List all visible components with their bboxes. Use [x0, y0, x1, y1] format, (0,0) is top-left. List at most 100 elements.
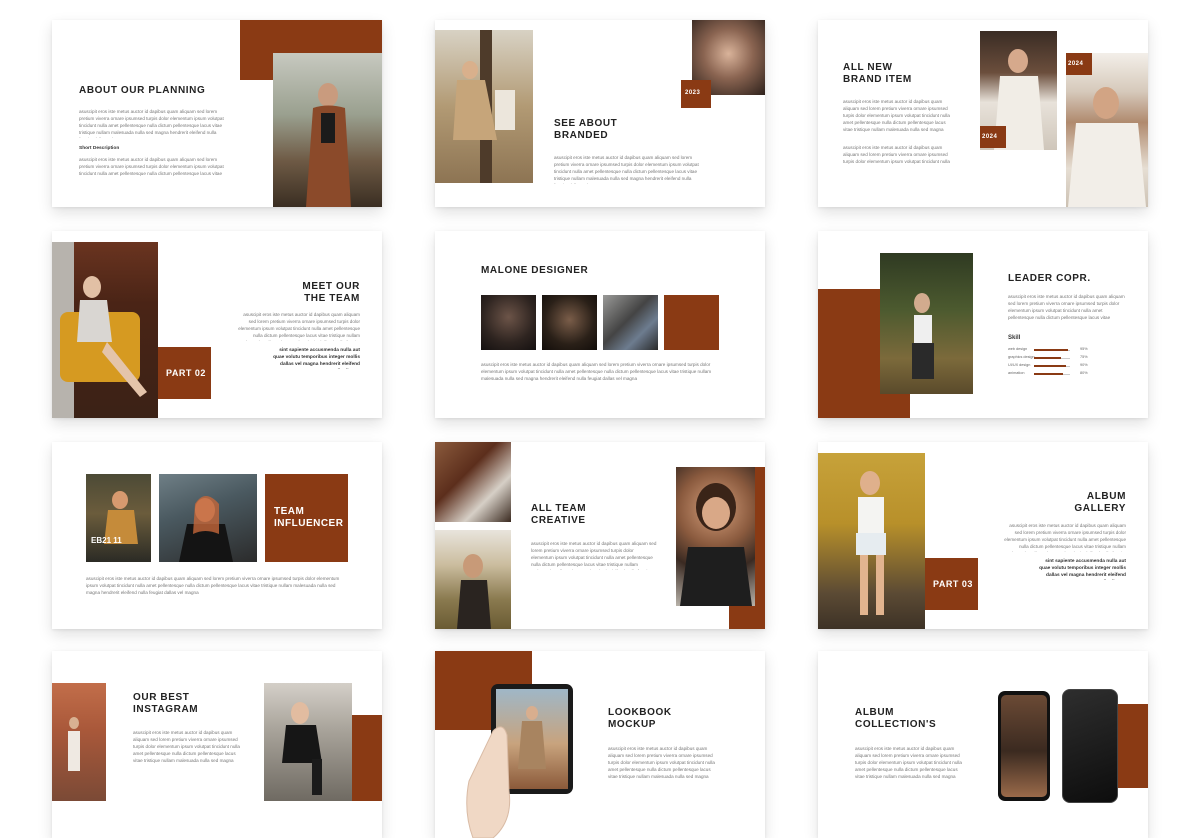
photo-woman-street	[52, 683, 106, 801]
photo-woman-smiling-glasses	[676, 467, 755, 606]
part-badge: PART 03	[925, 558, 978, 610]
slide-about-our-planning[interactable]: ABOUT OUR PLANNING asuscipit eros iste m…	[52, 20, 382, 207]
slide-title: ALBUM COLLECTION'S	[855, 707, 937, 730]
part-label: PART 03	[933, 579, 973, 589]
slide-title: LEADER COPR.	[1008, 273, 1091, 284]
slide-lookbook-mockup[interactable]: LOOKBOOK MOCKUP asuscipit eros iste metu…	[435, 651, 765, 838]
skill-percent: 75%	[1080, 355, 1088, 359]
accent-block	[1114, 704, 1148, 788]
skill-bar	[1034, 373, 1063, 375]
skill-percent: 95%	[1080, 347, 1088, 351]
photo-woman-yellow-chair	[52, 242, 158, 418]
phone-screen	[1001, 695, 1047, 797]
photo-sign-text: EB21 11	[91, 536, 122, 545]
photo-woman-meadow	[435, 530, 511, 629]
slide-album-collections[interactable]: ALBUM COLLECTION'S asuscipit eros iste m…	[818, 651, 1148, 838]
slide-body: asuscipit eros iste metus auctor id dapi…	[79, 109, 224, 138]
photo-figure	[104, 491, 138, 544]
slide-note: sint sapiente accusmenda nulla aut quae …	[273, 348, 360, 367]
slide-our-best-instagram[interactable]: OUR BEST INSTAGRAM asuscipit eros iste m…	[52, 651, 382, 838]
slide-title: MEET OUR THE TEAM	[302, 281, 360, 304]
skill-row: graphics design 75%	[1008, 355, 1098, 361]
photo-figure	[52, 242, 147, 418]
skill-percent: 80%	[1080, 371, 1088, 375]
slide-title: SEE ABOUT BRANDED	[554, 118, 618, 141]
slide-note: sint sapiente accusmenda nulla aut quae …	[1039, 559, 1126, 578]
slide-leader-corp[interactable]: LEADER COPR. asuscipit eros iste metus a…	[818, 231, 1148, 418]
skill-bar	[1034, 365, 1067, 367]
slide-body-2: asuscipit eros iste metus auctor id dapi…	[79, 157, 224, 176]
photo-woman-plaid	[435, 442, 511, 522]
skill-bar	[1034, 357, 1061, 359]
slide-body: asuscipit eros iste metus auctor id dapi…	[1008, 294, 1125, 320]
year-label: 2024	[982, 134, 998, 140]
slide-body: asuscipit eros iste metus auctor id dapi…	[608, 746, 715, 779]
photo-woman-field	[880, 253, 973, 394]
short-description-label: Short Description	[79, 146, 120, 151]
year-badge: 2024	[980, 126, 1006, 148]
photo-figure	[306, 83, 351, 207]
photo-figure	[912, 293, 934, 379]
slide-title: ALL TEAM CREATIVE	[531, 503, 587, 526]
slide-all-new-brand-item[interactable]: 2024 2024 ALL NEW BRAND ITEM asuscipit e…	[818, 20, 1148, 207]
slide-body: asuscipit eros iste metus auctor id dapi…	[1004, 523, 1126, 552]
photo-figure	[457, 554, 491, 629]
photo-woman-brown-suit	[273, 53, 382, 207]
slide-title: ALL NEW BRAND ITEM	[843, 62, 912, 85]
phone-mockup-photo	[998, 691, 1050, 801]
year-label-2: 2024	[1068, 61, 1084, 67]
hand-icon	[466, 726, 511, 838]
photo-woman-boots	[264, 683, 352, 801]
slide-album-gallery[interactable]: PART 03 ALBUM GALLERY asuscipit eros ist…	[818, 442, 1148, 629]
slide-body: asuscipit eros iste metus auctor id dapi…	[554, 155, 699, 184]
year-badge: 2023	[681, 80, 711, 108]
part-badge: PART 02	[158, 347, 211, 399]
photo-figure	[68, 717, 80, 771]
skill-row: UI/UX design 90%	[1008, 363, 1098, 369]
phone-mockup-blank	[1062, 689, 1118, 803]
accent-square	[664, 295, 719, 350]
slide-title: ABOUT OUR PLANNING	[79, 85, 206, 96]
photo-woman-sunglasses	[481, 295, 536, 350]
accent-block	[352, 715, 382, 801]
photo-woman-sitting-chair	[435, 30, 533, 183]
photo-figure	[453, 30, 515, 183]
photo-figure	[1068, 87, 1146, 207]
slide-body: asuscipit eros iste metus auctor id dapi…	[843, 99, 950, 132]
year-badge-2: 2024	[1066, 53, 1092, 75]
slide-all-team-creative[interactable]: ALL TEAM CREATIVE asuscipit eros iste me…	[435, 442, 765, 629]
slide-body: asuscipit eros iste metus auctor id dapi…	[855, 746, 962, 779]
slide-body: asuscipit eros iste metus auctor id dapi…	[481, 362, 712, 381]
slide-title: OUR BEST INSTAGRAM	[133, 692, 199, 715]
photo-figure	[856, 471, 886, 615]
photo-figure	[179, 496, 233, 562]
photo-figure	[680, 483, 752, 606]
photo-figure	[282, 702, 322, 795]
skill-label: graphics design	[1008, 355, 1035, 359]
skill-title: Skill	[1008, 335, 1021, 341]
skill-label: web design	[1008, 347, 1028, 351]
slide-team-influencer[interactable]: EB21 11 TEAM INFLUENCER asuscipit eros i…	[52, 442, 382, 629]
skill-list: web design 95% graphics design 75% UI/UX des…	[1008, 347, 1108, 381]
slide-meet-our-team[interactable]: PART 02 MEET OUR THE TEAM asuscipit eros…	[52, 231, 382, 418]
slide-title: TEAM INFLUENCER	[274, 506, 344, 529]
photo-woman-dark	[542, 295, 597, 350]
part-label: PART 02	[166, 368, 206, 378]
photo-woman-hoodie	[1066, 53, 1148, 207]
skill-row: animation 80%	[1008, 371, 1098, 377]
year-label: 2023	[685, 90, 701, 96]
slide-malone-designer[interactable]: MALONE DESIGNER asuscipit eros iste metu…	[435, 231, 765, 418]
slide-body: asuscipit eros iste metus auctor id dapi…	[86, 576, 340, 595]
slide-body: asuscipit eros iste metus auctor id dapi…	[238, 312, 360, 341]
skill-label: UI/UX design	[1008, 363, 1031, 367]
slide-body: asuscipit eros iste metus auctor id dapi…	[531, 541, 657, 570]
slide-title: MALONE DESIGNER	[481, 265, 589, 276]
slide-title: ALBUM GALLERY	[1074, 491, 1126, 514]
photo-woman-yellow-van	[818, 453, 925, 629]
team-influencer-block: TEAM INFLUENCER	[265, 474, 348, 562]
photo-woman-waving	[159, 474, 257, 562]
photo-woman-scarf	[603, 295, 658, 350]
slide-see-about-branded[interactable]: 2023 SEE ABOUT BRANDED asuscipit eros is…	[435, 20, 765, 207]
slide-title: LOOKBOOK MOCKUP	[608, 707, 672, 730]
skill-bar	[1034, 349, 1069, 351]
